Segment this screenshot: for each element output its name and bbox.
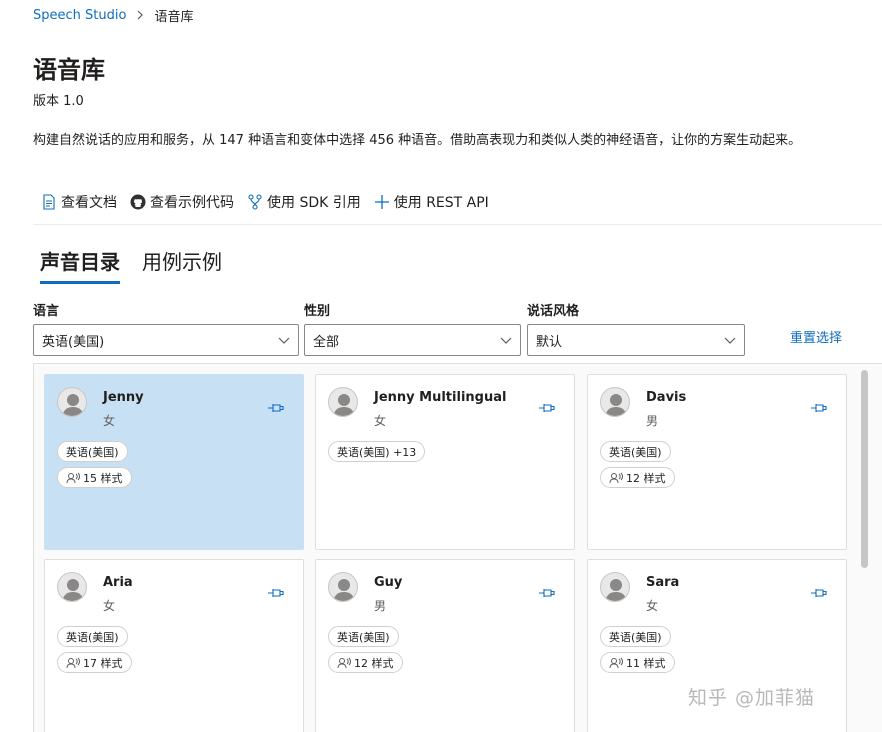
voice-gender: 女 (103, 414, 116, 428)
avatar (328, 387, 358, 417)
chevron-down-icon (724, 334, 736, 346)
page-description: 构建自然说话的应用和服务，从 147 种语言和变体中选择 456 种语音。借助高… (33, 133, 802, 148)
locale-tag: 英语(美国) (600, 626, 671, 647)
breadcrumb-current: 语音库 (154, 10, 194, 25)
voice-card-aria[interactable]: Aria 女 英语(美国) 17 样式 (44, 559, 304, 732)
avatar (328, 572, 358, 602)
voice-gender: 男 (646, 414, 659, 428)
view-docs-label: 查看文档 (61, 195, 117, 211)
voice-styles-icon (609, 657, 623, 669)
voice-name: Sara (646, 575, 680, 590)
gender-select[interactable]: 全部 (304, 324, 521, 356)
pin-icon[interactable] (267, 585, 285, 599)
pin-icon[interactable] (538, 400, 556, 414)
pin-icon[interactable] (810, 585, 828, 599)
speaking-style-select[interactable]: 默认 (527, 324, 745, 356)
plus-icon (373, 193, 391, 211)
scrollbar-thumb[interactable] (861, 370, 868, 568)
version-label: 版本 1.0 (33, 94, 84, 109)
styles-tag: 11 样式 (600, 652, 675, 673)
locale-tag: 英语(美国) (57, 441, 128, 462)
voice-name: Jenny Multilingual (374, 390, 507, 405)
github-icon (129, 193, 147, 211)
page-title: 语音库 (33, 56, 105, 84)
pin-icon[interactable] (267, 400, 285, 414)
chevron-down-icon (278, 334, 290, 346)
avatar (600, 572, 630, 602)
sdk-reference-link[interactable]: 使用 SDK 引用 (246, 192, 361, 212)
rest-api-label: 使用 REST API (393, 195, 489, 211)
voice-name: Aria (103, 575, 133, 590)
styles-tag: 12 样式 (328, 652, 403, 673)
tab-voice-catalog[interactable]: 声音目录 (40, 246, 120, 284)
view-docs-link[interactable]: 查看文档 (40, 192, 117, 212)
tab-list: 声音目录 用例示例 (40, 246, 244, 284)
locale-tag: 英语(美国) (328, 626, 399, 647)
rest-api-link[interactable]: 使用 REST API (373, 192, 489, 212)
styles-tag: 15 样式 (57, 467, 132, 488)
pin-icon[interactable] (810, 400, 828, 414)
document-icon (40, 193, 58, 211)
view-sample-code-label: 查看示例代码 (150, 195, 234, 211)
voice-gender: 女 (103, 599, 116, 613)
style-filter-label: 说话风格 (527, 304, 580, 319)
language-filter-label: 语言 (33, 304, 60, 319)
sdk-reference-label: 使用 SDK 引用 (267, 195, 361, 211)
styles-count: 12 样式 (626, 471, 666, 485)
action-bar: 查看文档 查看示例代码 使用 SDK 引用 使用 REST API (40, 192, 501, 212)
styles-count: 15 样式 (83, 471, 123, 485)
voice-card-jenny-multilingual[interactable]: Jenny Multilingual 女 英语(美国) +13 (315, 374, 575, 550)
reset-selection-link[interactable]: 重置选择 (790, 327, 842, 346)
watermark: 知乎 @加菲猫 (688, 687, 816, 709)
language-select[interactable]: 英语(美国) (33, 324, 299, 356)
breadcrumb-speech-studio-link[interactable]: Speech Studio (33, 8, 126, 23)
pin-icon[interactable] (538, 585, 556, 599)
chevron-down-icon (500, 334, 512, 346)
view-sample-code-link[interactable]: 查看示例代码 (129, 192, 234, 212)
voice-styles-icon (66, 472, 80, 484)
styles-count: 17 样式 (83, 656, 123, 670)
voice-name: Davis (646, 390, 687, 405)
styles-tag: 17 样式 (57, 652, 132, 673)
avatar (600, 387, 630, 417)
locale-tag: 英语(美国) (57, 626, 128, 647)
voice-card-jenny[interactable]: Jenny 女 英语(美国) 15 样式 (44, 374, 304, 550)
voice-styles-icon (337, 657, 351, 669)
avatar (57, 572, 87, 602)
styles-tag: 12 样式 (600, 467, 675, 488)
voice-gender: 男 (374, 599, 387, 613)
tab-use-case-examples[interactable]: 用例示例 (142, 246, 222, 284)
voice-styles-icon (66, 657, 80, 669)
styles-count: 12 样式 (354, 656, 394, 670)
avatar (57, 387, 87, 417)
locale-tag: 英语(美国) (600, 441, 671, 462)
gender-filter-label: 性别 (304, 304, 331, 319)
branch-icon (246, 193, 264, 211)
styles-count: 11 样式 (626, 656, 666, 670)
voice-gender: 女 (646, 599, 659, 613)
chevron-right-icon (135, 9, 145, 23)
voice-name: Jenny (103, 390, 144, 405)
breadcrumb: Speech Studio 语音库 (33, 6, 193, 25)
language-select-value: 英语(美国) (42, 334, 105, 350)
voice-name: Guy (374, 575, 403, 590)
gender-select-value: 全部 (313, 334, 340, 350)
voice-gender: 女 (374, 414, 387, 428)
voice-card-guy[interactable]: Guy 男 英语(美国) 12 样式 (315, 559, 575, 732)
voice-styles-icon (609, 472, 623, 484)
divider (33, 224, 882, 225)
voice-card-davis[interactable]: Davis 男 英语(美国) 12 样式 (587, 374, 847, 550)
speaking-style-select-value: 默认 (536, 334, 563, 350)
locale-tag: 英语(美国) +13 (328, 441, 426, 462)
voice-grid: Jenny 女 英语(美国) 15 样式 Jenny Multilingual … (33, 363, 882, 732)
